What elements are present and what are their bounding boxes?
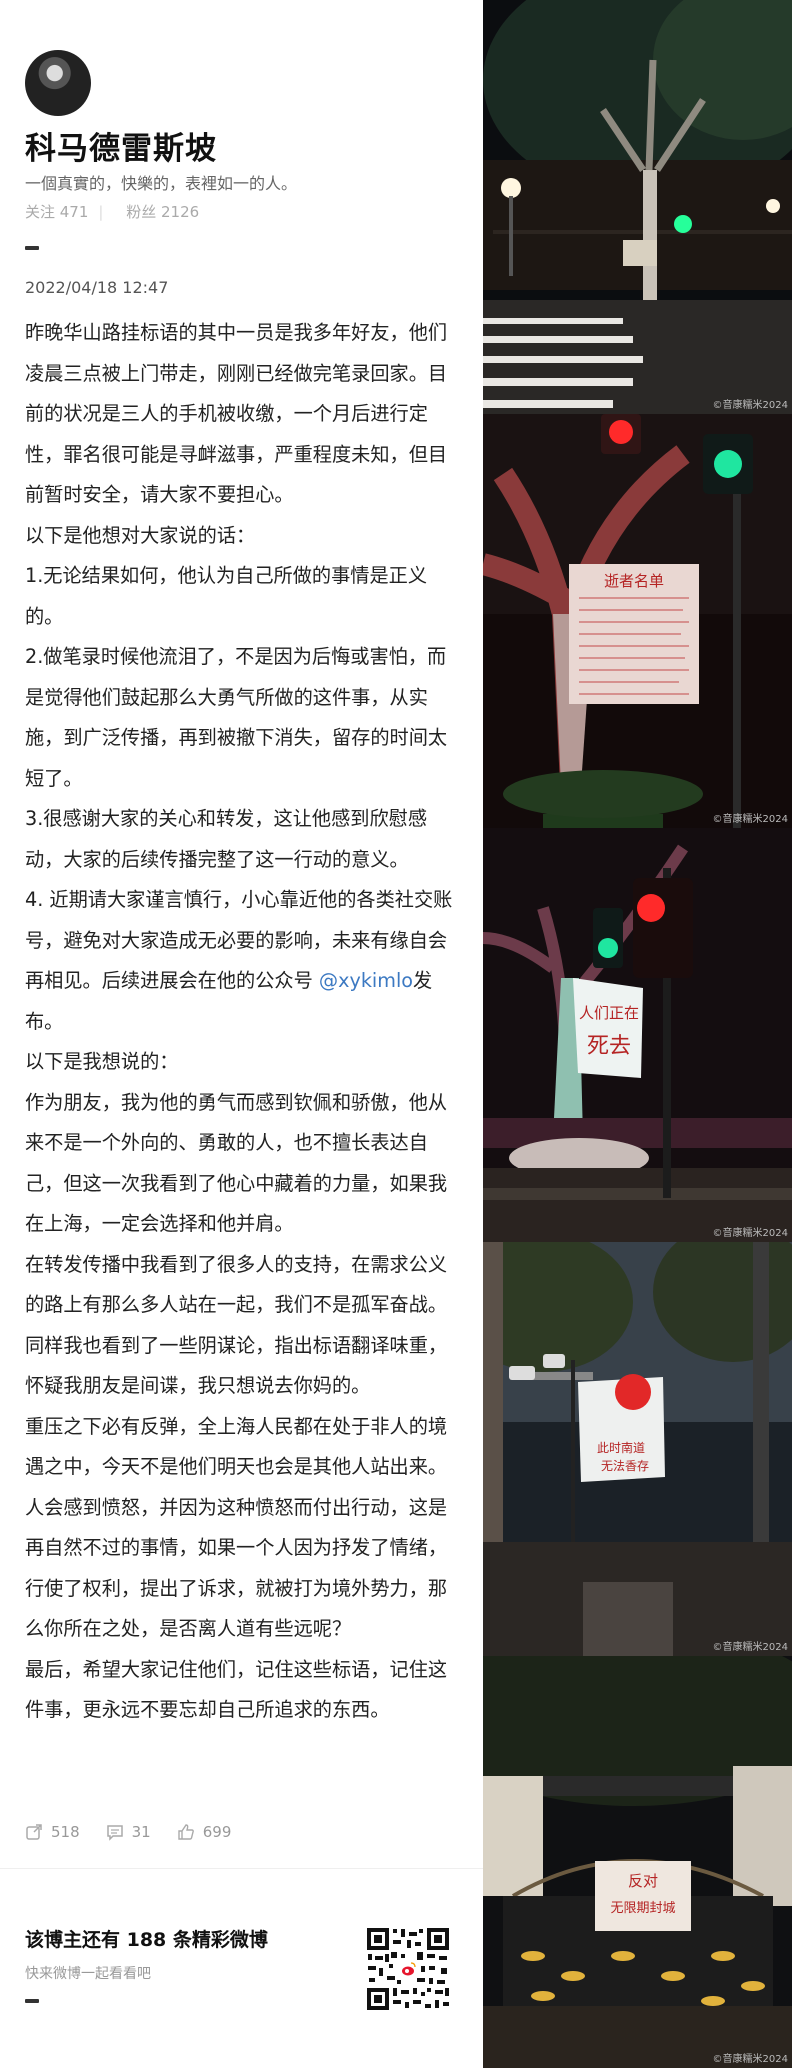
sign-line1: 此时南道 — [597, 1440, 645, 1455]
follow-count[interactable]: 关注 471 — [25, 203, 88, 221]
sign-title: 逝者名单 — [604, 572, 664, 590]
sign-line2: 无法香存 — [601, 1459, 649, 1473]
photo-credit: ©音康糯米2024 — [713, 812, 788, 825]
post-body: 昨晚华山路挂标语的其中一员是我多年好友，他们凌晨三点被上门带走，刚刚已经做完笔录… — [25, 313, 460, 1731]
photo-1-crosswalk[interactable]: ©音康糯米2024 — [483, 0, 792, 414]
post-actions: 518 31 699 — [25, 1823, 445, 1841]
photo-4-camera-banner[interactable]: 此时南道 无法香存 ©音康糯米2024 — [483, 1242, 792, 1656]
paragraph: 作为朋友，我为他的勇气而感到钦佩和骄傲，他从来不是一个外向的、勇敢的人，也不擅长… — [25, 1090, 448, 1236]
photo-credit: ©音康糯米2024 — [713, 2052, 788, 2065]
paragraph: 4. 近期请大家谨言慎行，小心靠近他的各类社交账号，避免对大家造成无必要的影响，… — [25, 880, 460, 1042]
like-button[interactable]: 699 — [177, 1823, 232, 1841]
photo-credit: ©音康糯米2024 — [713, 1640, 788, 1653]
footer-title: 该博主还有 188 条精彩微博 — [25, 1929, 268, 1951]
footer-divider — [0, 1868, 483, 1869]
comment-count: 31 — [131, 1823, 151, 1841]
photo-5-lockdown-banner[interactable]: 反对 无限期封城 ©音康糯米2024 — [483, 1656, 792, 2068]
paragraph: 人会感到愤怒，并因为这种愤怒而付出行动，这是再自然不过的事情，如果一个人因为抒发… — [25, 1495, 448, 1641]
paragraph: 昨晚华山路挂标语的其中一员是我多年好友，他们凌晨三点被上门带走，刚刚已经做完笔录… — [25, 321, 448, 506]
paragraph: 3.很感谢大家的关心和转发，这让他感到欣慰感动，大家的后续传播完整了这一行动的意… — [25, 807, 428, 871]
photo-2-victims-list[interactable]: 逝者名单 ©音康糯米2024 — [483, 414, 792, 828]
qr-code[interactable] — [365, 1926, 451, 2012]
photo-strip: ©音康糯米2024 逝者名单 ©音康糯米2024 人们正在 死去 ©音康糯米20… — [483, 0, 792, 2068]
profile-stats: 关注 471 | 粉丝 2126 — [25, 203, 200, 221]
paragraph: 在转发传播中我看到了很多人的支持，在需求公义的路上有那么多人站在一起，我们不是孤… — [25, 1252, 448, 1398]
sign-line1: 人们正在 — [579, 1004, 639, 1022]
paragraph: 最后，希望大家记住他们，记住这些标语，记住这件事，更永远不要忘却自己所追求的东西… — [25, 1657, 448, 1722]
paragraph: 1.无论结果如何，他认为自己所做的事情是正义的。 — [25, 564, 428, 628]
paragraph: 以下是他想对大家说的话： — [25, 523, 256, 547]
photo-3-image: 人们正在 死去 ©音康糯米2024 — [483, 828, 792, 1242]
profile-bio: 一個真實的，快樂的，表裡如一的人。 — [25, 174, 298, 193]
repost-icon — [26, 1824, 42, 1840]
weibo-post-panel: 科马德雷斯坡 一個真實的，快樂的，表裡如一的人。 关注 471 | 粉丝 2126… — [0, 0, 483, 2068]
comment-icon — [106, 1825, 123, 1841]
paragraph: 重压之下必有反弹，全上海人民都在处于非人的境遇之中，今天不是他们明天也会是其他人… — [25, 1414, 448, 1479]
fans-count[interactable]: 粉丝 2126 — [126, 203, 199, 221]
sign-line1: 反对 — [628, 1872, 658, 1890]
screenshot-root: { "profile": { "name": "科马德雷斯坡", "bio": … — [0, 0, 792, 2068]
photo-credit: ©音康糯米2024 — [713, 1226, 788, 1239]
photo-credit: ©音康糯米2024 — [713, 398, 788, 411]
repost-count: 518 — [51, 1823, 80, 1841]
footer-subtitle: 快来微博一起看看吧 — [25, 1966, 151, 1982]
avatar[interactable] — [25, 50, 91, 116]
sign-line2: 无限期封城 — [610, 1901, 675, 1916]
account-handle-link[interactable]: @xykimlo — [319, 969, 413, 992]
paragraph: 以下是我想说的： — [25, 1050, 179, 1073]
photo-1-image: ©音康糯米2024 — [483, 0, 792, 414]
photo-4-image: 此时南道 无法香存 ©音康糯米2024 — [483, 1242, 792, 1656]
like-count: 699 — [202, 1823, 232, 1841]
photo-2-image: 逝者名单 ©音康糯米2024 — [483, 414, 792, 828]
section-divider — [25, 246, 39, 250]
profile-name[interactable]: 科马德雷斯坡 — [25, 123, 459, 168]
sign-line2: 死去 — [587, 1034, 631, 1059]
photo-5-image: 反对 无限期封城 ©音康糯米2024 — [483, 1656, 792, 2068]
photo-3-people-dying[interactable]: 人们正在 死去 ©音康糯米2024 — [483, 828, 792, 1242]
footer-dash — [25, 1999, 39, 2003]
comment-button[interactable]: 31 — [106, 1823, 151, 1841]
thumbs-up-icon — [178, 1824, 194, 1840]
repost-button[interactable]: 518 — [25, 1823, 80, 1841]
post-date: 2022/04/18 12:47 — [25, 278, 169, 297]
paragraph: 2.做笔录时候他流泪了，不是因为后悔或害怕，而是觉得他们鼓起那么大勇气所做的这件… — [25, 645, 448, 790]
